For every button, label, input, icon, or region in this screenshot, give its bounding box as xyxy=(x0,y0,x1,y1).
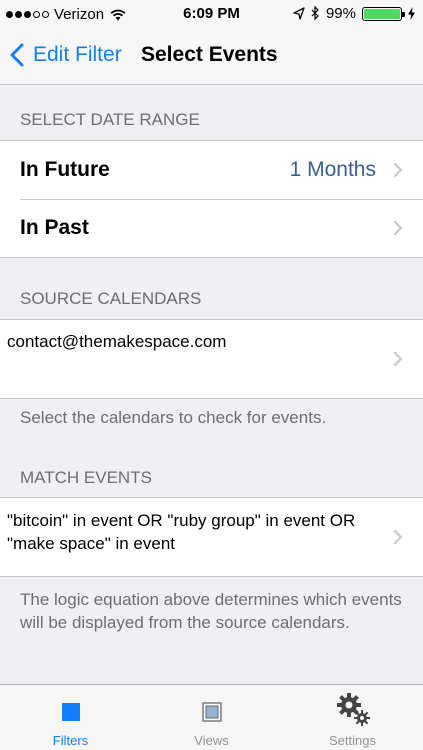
back-button-label: Edit Filter xyxy=(33,43,122,66)
battery-level-fill xyxy=(364,8,400,19)
tab-label: Settings xyxy=(329,733,376,748)
filters-icon xyxy=(61,703,80,721)
row-source-calendar[interactable]: contact@themakespace.com xyxy=(0,320,423,398)
navigation-bar: Edit Filter Select Events xyxy=(0,28,423,85)
match-events-footer: The logic equation above determines whic… xyxy=(20,590,402,632)
location-arrow-icon xyxy=(293,6,305,20)
chevron-right-icon xyxy=(393,529,403,545)
status-right: 99% xyxy=(293,5,415,22)
battery-tip xyxy=(402,11,405,17)
row-label: In Past xyxy=(20,216,89,239)
status-bar: Verizon 6:09 PM 99% xyxy=(0,0,423,28)
charging-bolt-icon xyxy=(408,7,415,20)
gear-icon xyxy=(336,693,370,726)
match-events-header: MATCH EVENTS xyxy=(20,468,152,487)
back-button[interactable]: Edit Filter xyxy=(10,43,122,67)
row-in-future[interactable]: In Future 1 Months xyxy=(0,141,423,199)
battery-icon xyxy=(362,6,405,21)
tab-settings[interactable]: Settings xyxy=(282,685,423,750)
tab-bar: Filters Views Settings xyxy=(0,684,423,750)
row-in-past[interactable]: In Past xyxy=(0,199,423,257)
battery-percent: 99% xyxy=(325,5,356,22)
row-value: 1 Months xyxy=(289,158,376,181)
chevron-right-icon xyxy=(393,220,403,236)
tab-label: Views xyxy=(194,733,229,748)
chevron-left-icon xyxy=(10,43,24,67)
row-label: In Future xyxy=(20,158,110,181)
calendar-name: contact@themakespace.com xyxy=(7,332,227,351)
tab-label: Filters xyxy=(52,733,89,748)
source-calendars-group: contact@themakespace.com xyxy=(0,319,423,399)
match-expression: "bitcoin" in event OR "ruby group" in ev… xyxy=(7,511,356,553)
date-range-group: In Future 1 Months In Past xyxy=(0,140,423,258)
date-range-header: SELECT DATE RANGE xyxy=(20,110,200,129)
tab-filters[interactable]: Filters xyxy=(0,685,141,750)
match-events-group: "bitcoin" in event OR "ruby group" in ev… xyxy=(0,497,423,577)
source-calendars-header: SOURCE CALENDARS xyxy=(20,289,202,308)
chevron-right-icon xyxy=(393,351,403,367)
page-title: Select Events xyxy=(141,43,278,66)
source-calendars-footer: Select the calendars to check for events… xyxy=(20,408,327,427)
tab-views[interactable]: Views xyxy=(141,685,282,750)
bluetooth-icon xyxy=(311,6,319,21)
chevron-right-icon xyxy=(393,162,403,178)
row-match-expression[interactable]: "bitcoin" in event OR "ruby group" in ev… xyxy=(0,498,423,576)
views-icon xyxy=(201,702,222,722)
